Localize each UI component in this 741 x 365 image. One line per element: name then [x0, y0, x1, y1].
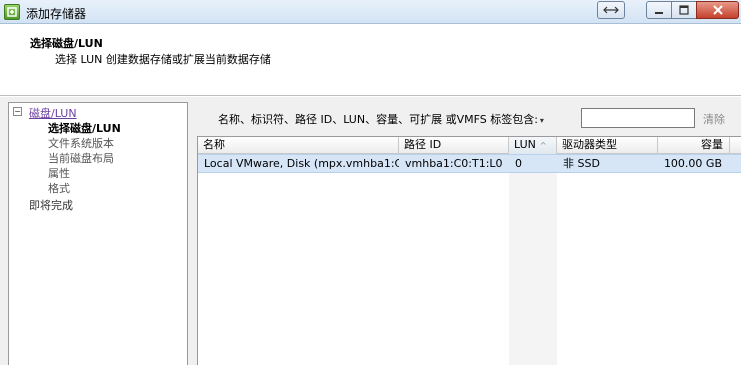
table-header: 名称 路径 ID LUN ^ 驱动器类型 容量 [198, 137, 741, 154]
step-ready-to-complete: 即将完成 [29, 199, 73, 212]
wizard-body: − 磁盘/LUN 选择磁盘/LUN 文件系统版本 当前磁盘布局 属性 格式 即将… [0, 97, 741, 365]
page-subtitle: 选择 LUN 创建数据存储或扩展当前数据存储 [55, 53, 271, 66]
window-titlebar: 添加存储器 [0, 0, 741, 24]
filter-label[interactable]: 名称、标识符、路径 ID、LUN、容量、可扩展 或VMFS 标签包含: ▾ [218, 111, 544, 127]
window-title: 添加存储器 [26, 7, 87, 21]
column-header-drive-type[interactable]: 驱动器类型 [557, 137, 658, 154]
cell-name: Local VMware, Disk (mpx.vmhba1:C... [204, 157, 399, 170]
wizard-header: 选择磁盘/LUN 选择 LUN 创建数据存储或扩展当前数据存储 [0, 24, 741, 96]
minimize-button[interactable] [646, 1, 672, 19]
step-disk-lun[interactable]: 磁盘/LUN [29, 105, 77, 121]
table-row[interactable]: Local VMware, Disk (mpx.vmhba1:C... vmhb… [198, 154, 741, 173]
close-button[interactable] [696, 1, 739, 19]
lun-table: 名称 路径 ID LUN ^ 驱动器类型 容量 Local VMware, Dis… [197, 136, 741, 365]
sorted-column-shade [509, 154, 557, 365]
maximize-icon [679, 5, 689, 15]
restore-button[interactable] [597, 1, 625, 19]
collapse-toggle-icon[interactable]: − [13, 107, 22, 116]
clear-filter-link[interactable]: 清除 [703, 111, 725, 127]
column-header-name[interactable]: 名称 [198, 137, 399, 154]
minimize-icon [655, 12, 663, 14]
filter-input[interactable] [581, 108, 695, 128]
step-file-system-version: 文件系统版本 [48, 137, 114, 150]
cell-capacity: 100.00 GB [663, 157, 722, 170]
chevron-down-icon[interactable]: ▾ [540, 116, 544, 125]
filter-label-text: 名称、标识符、路径 ID、LUN、容量、可扩展 或VMFS 标签包含: [218, 113, 538, 126]
page-title: 选择磁盘/LUN [30, 37, 103, 50]
column-header-lun[interactable]: LUN ^ [509, 137, 557, 154]
step-select-disk-lun: 选择磁盘/LUN [48, 122, 121, 135]
cell-drive-type: 非 SSD [563, 157, 600, 170]
restore-icon [603, 6, 619, 14]
column-header-lun-label: LUN [514, 138, 536, 151]
column-header-path-id[interactable]: 路径 ID [399, 137, 509, 154]
step-format: 格式 [48, 182, 70, 195]
close-icon [712, 5, 723, 15]
cell-lun: 0 [515, 157, 522, 170]
cell-path-id: vmhba1:C0:T1:L0 [405, 157, 503, 170]
step-current-disk-layout: 当前磁盘布局 [48, 152, 114, 165]
storage-add-icon [4, 4, 20, 20]
wizard-steps-nav: − 磁盘/LUN 选择磁盘/LUN 文件系统版本 当前磁盘布局 属性 格式 即将… [8, 102, 188, 365]
sort-ascending-icon: ^ [539, 141, 547, 150]
maximize-button[interactable] [671, 1, 697, 19]
step-properties: 属性 [48, 167, 70, 180]
column-header-capacity[interactable]: 容量 [658, 137, 730, 154]
